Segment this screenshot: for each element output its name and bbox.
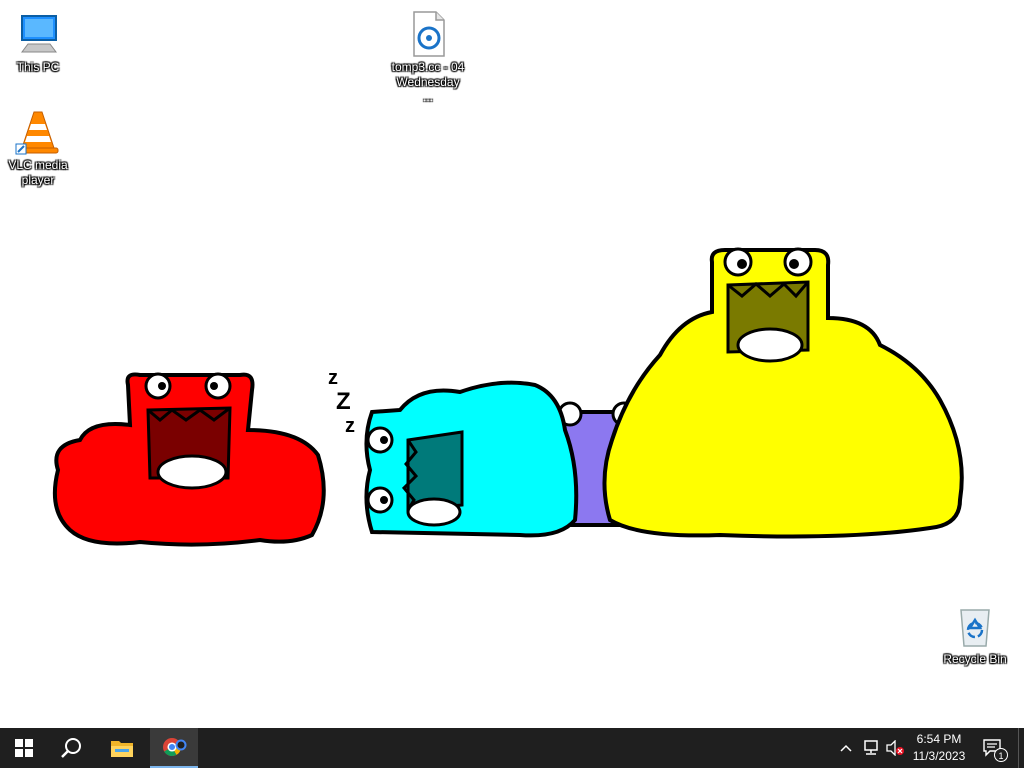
folder-icon <box>111 741 133 757</box>
yellow-blob-character <box>602 247 964 539</box>
desktop-icon-label: VLC media player <box>8 158 68 187</box>
network-icon <box>864 740 878 755</box>
start-button[interactable] <box>0 728 48 768</box>
clock-time: 6:54 PM <box>916 732 962 746</box>
taskbar-clock[interactable]: 6:54 PM 11/3/2023 <box>904 731 974 765</box>
notification-count-badge: 1 <box>994 748 1008 762</box>
desktop-icon-audio-file[interactable]: tomp3.cc - 04 Wednesday ... <box>390 10 466 105</box>
audio-file-icon <box>413 11 445 57</box>
desktop-wallpaper: z Z z <box>52 247 964 547</box>
volume-button[interactable] <box>884 728 906 768</box>
search-icon <box>61 738 81 758</box>
vlc-cone-icon <box>15 111 59 155</box>
cyan-blob-character <box>364 380 579 538</box>
red-blob-character <box>52 372 326 547</box>
taskbar: 6:54 PM 11/3/2023 1 <box>0 728 1024 768</box>
windows-logo-icon <box>15 739 33 757</box>
action-center-button[interactable]: 1 <box>978 728 1008 768</box>
chrome-taskbar-button[interactable] <box>150 728 198 768</box>
clock-date: 11/3/2023 <box>912 749 966 763</box>
show-hidden-icons-button[interactable] <box>836 728 856 768</box>
chevron-up-icon <box>840 744 852 752</box>
show-desktop-button[interactable] <box>1018 728 1024 768</box>
volume-muted-icon <box>886 740 904 756</box>
svg-text:z: z <box>345 415 355 437</box>
chrome-icon <box>163 738 187 757</box>
recycle-bin-icon <box>960 609 990 647</box>
desktop-icon-label: This PC <box>16 60 60 74</box>
computer-icon <box>21 15 57 53</box>
svg-text:Z: Z <box>336 388 351 415</box>
desktop-icon-vlc[interactable]: VLC media player <box>0 108 76 188</box>
network-button[interactable] <box>860 728 882 768</box>
search-button[interactable] <box>48 728 96 768</box>
file-explorer-button[interactable] <box>98 728 146 768</box>
svg-text:z: z <box>328 367 338 389</box>
desktop-icon-recycle-bin[interactable]: Recycle Bin <box>937 602 1013 667</box>
desktop-icon-label: Recycle Bin <box>943 652 1007 666</box>
desktop-icon-label: tomp3.cc - 04 Wednesday ... <box>391 60 465 104</box>
desktop-icon-this-pc[interactable]: This PC <box>0 10 76 75</box>
